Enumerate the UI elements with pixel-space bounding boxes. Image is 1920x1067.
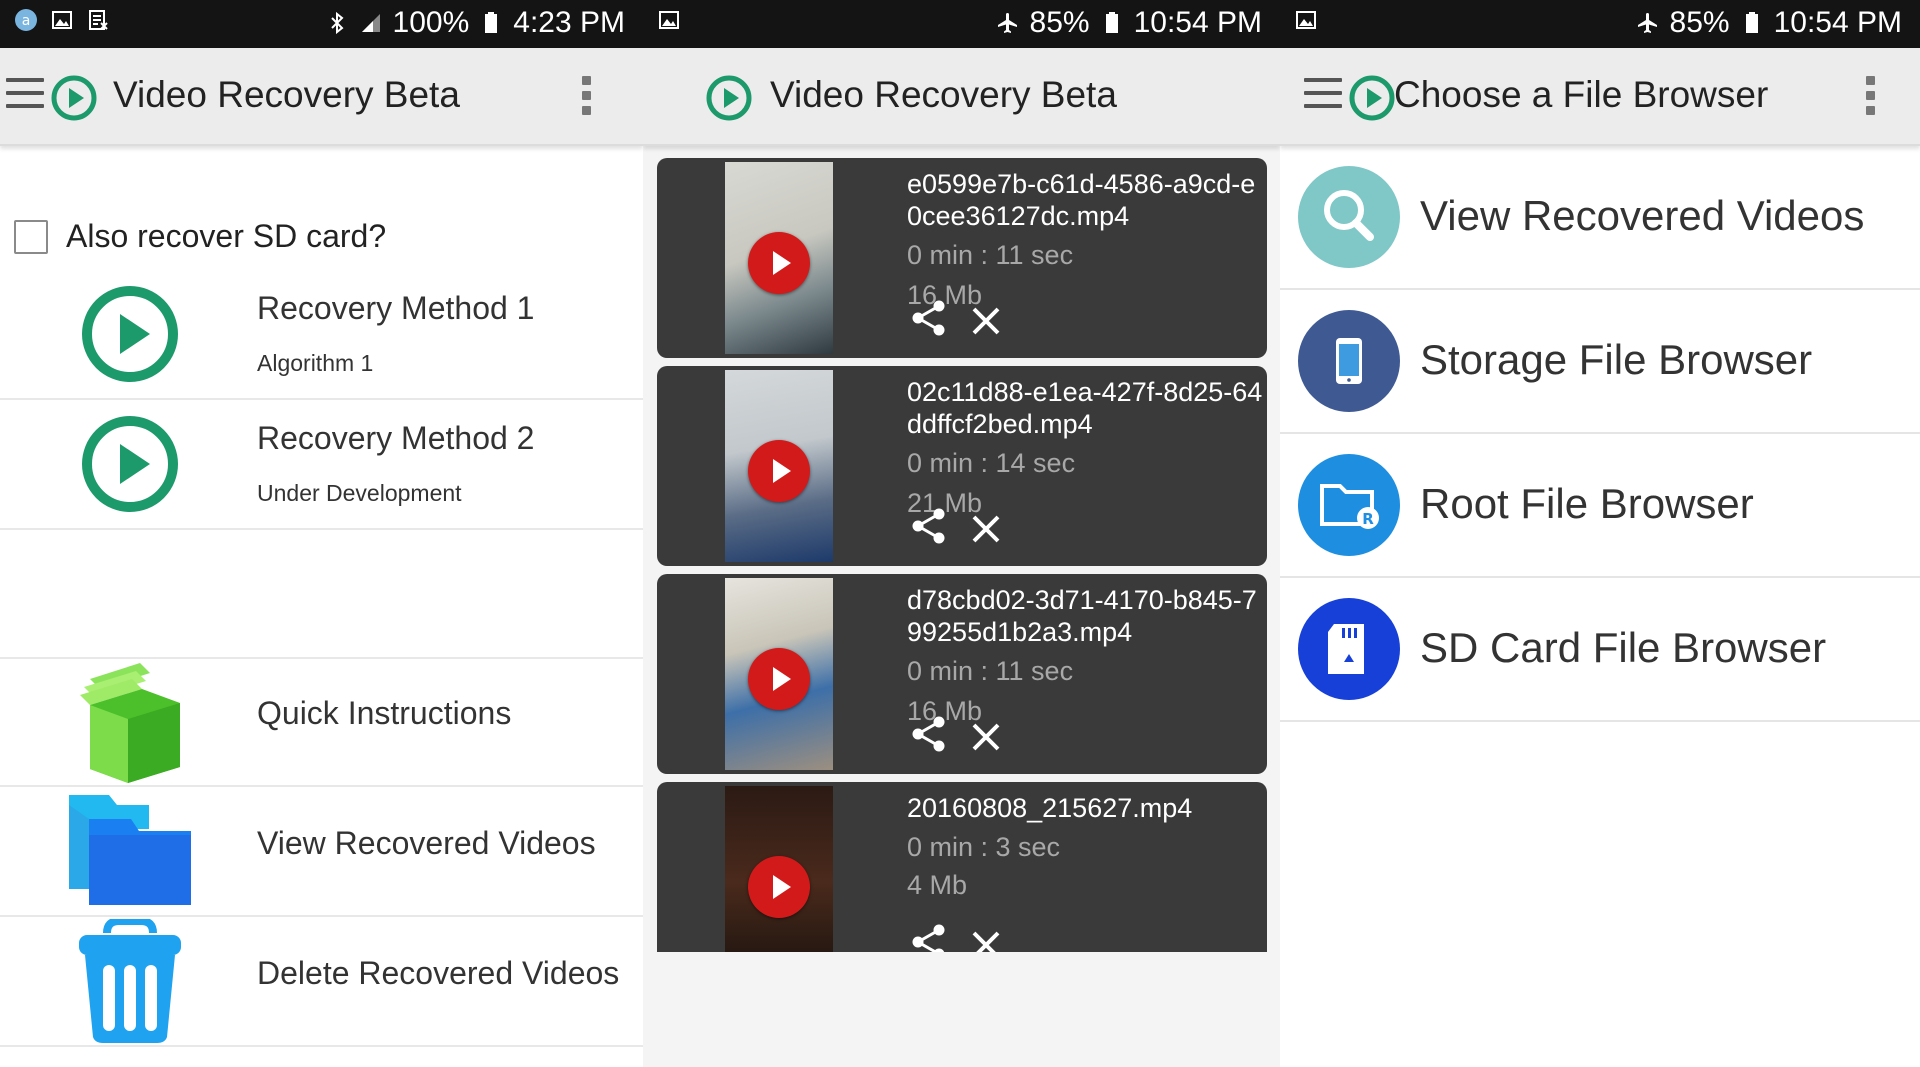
video-card[interactable]: e0599e7b-c61d-4586-a9cd-e0cee36127dc.mp4… bbox=[657, 158, 1267, 358]
menu-icon[interactable] bbox=[1304, 78, 1342, 114]
view-recovered-videos-option[interactable]: View Recovered Videos bbox=[1280, 146, 1920, 290]
video-filename: d78cbd02-3d71-4170-b845-799255d1b2a3.mp4 bbox=[907, 585, 1257, 647]
share-icon[interactable] bbox=[909, 298, 949, 338]
video-duration: 0 min : 11 sec bbox=[907, 240, 1074, 270]
play-button[interactable] bbox=[748, 232, 810, 294]
app-bar: Video Recovery Beta bbox=[0, 48, 643, 146]
root-folder-icon: R bbox=[1320, 484, 1379, 529]
share-icon[interactable] bbox=[909, 506, 949, 546]
video-filename: 20160808_215627.mp4 bbox=[907, 793, 1193, 823]
clock: 10:54 PM bbox=[1133, 6, 1262, 39]
app-title: Video Recovery Beta bbox=[770, 74, 1117, 115]
action-title: View Recovered Videos bbox=[257, 825, 596, 861]
battery-percent: 100% bbox=[392, 6, 470, 39]
sd-card-checkbox[interactable] bbox=[14, 219, 48, 254]
method-title: Recovery Method 2 bbox=[257, 420, 535, 456]
battery-percent: 85% bbox=[1029, 6, 1090, 39]
play-button[interactable] bbox=[748, 440, 810, 502]
clock: 4:23 PM bbox=[513, 6, 625, 39]
airplane-mode-icon bbox=[1637, 13, 1657, 33]
option-label: View Recovered Videos bbox=[1420, 192, 1865, 239]
play-circle-icon bbox=[82, 286, 178, 382]
sd-card-icon bbox=[1328, 624, 1364, 674]
status-bar: 85% 10:54 PM bbox=[643, 0, 1280, 48]
play-button[interactable] bbox=[748, 648, 810, 710]
quick-instructions-item[interactable]: Quick Instructions bbox=[0, 659, 643, 787]
video-size: 4 Mb bbox=[907, 870, 968, 900]
overflow-menu-icon[interactable] bbox=[580, 76, 592, 120]
battery-icon bbox=[485, 12, 498, 33]
document-notification-icon bbox=[89, 10, 108, 30]
image-notification-icon bbox=[52, 11, 72, 29]
root-file-browser-option[interactable]: R Root File Browser bbox=[1280, 434, 1920, 578]
video-duration: 0 min : 3 sec bbox=[907, 832, 1061, 862]
battery-percent: 85% bbox=[1669, 6, 1730, 39]
method-subtitle: Under Development bbox=[257, 480, 462, 506]
battery-icon bbox=[1105, 12, 1118, 33]
sd-card-file-browser-option[interactable]: SD Card File Browser bbox=[1280, 578, 1920, 722]
app-logo-icon bbox=[51, 75, 97, 121]
option-label: SD Card File Browser bbox=[1420, 624, 1827, 671]
file-browser-chooser-screen: 85% 10:54 PM Choose a File Browser View … bbox=[1280, 0, 1920, 1067]
method-title: Recovery Method 1 bbox=[257, 290, 535, 326]
close-icon[interactable] bbox=[969, 304, 1003, 338]
bluetooth-icon bbox=[330, 11, 344, 35]
recovery-method-2[interactable]: Recovery Method 2 Under Development bbox=[0, 402, 643, 530]
magnifier-icon bbox=[1324, 190, 1374, 241]
status-bar: 85% 10:54 PM bbox=[1280, 0, 1920, 48]
books-icon bbox=[80, 663, 180, 783]
play-button[interactable] bbox=[748, 856, 810, 918]
video-card[interactable]: 02c11d88-e1ea-427f-8d25-64ddffcf2bed.mp4… bbox=[657, 366, 1267, 566]
app-bar: Choose a File Browser bbox=[1280, 48, 1920, 146]
close-icon[interactable] bbox=[969, 512, 1003, 546]
app-logo-icon bbox=[1349, 75, 1395, 121]
overflow-menu-icon[interactable] bbox=[1864, 76, 1876, 120]
status-bar: a 100% 4:23 PM bbox=[0, 0, 643, 48]
video-card[interactable]: d78cbd02-3d71-4170-b845-799255d1b2a3.mp4… bbox=[657, 574, 1267, 774]
share-icon[interactable] bbox=[909, 714, 949, 754]
folder-icon bbox=[69, 795, 191, 905]
option-label: Root File Browser bbox=[1420, 480, 1754, 527]
video-duration: 0 min : 11 sec bbox=[907, 656, 1074, 686]
sd-card-label: Also recover SD card? bbox=[66, 218, 387, 254]
image-notification-icon bbox=[659, 11, 679, 29]
app-logo-icon bbox=[706, 75, 752, 121]
share-icon[interactable] bbox=[909, 922, 949, 952]
phone-icon bbox=[1336, 338, 1362, 384]
view-recovered-videos-item[interactable]: View Recovered Videos bbox=[0, 789, 643, 917]
delete-recovered-videos-item[interactable]: Delete Recovered Videos bbox=[0, 919, 643, 1047]
battery-icon bbox=[1745, 12, 1758, 33]
svg-text:R: R bbox=[1362, 510, 1374, 528]
action-title: Quick Instructions bbox=[257, 695, 512, 731]
signal-icon bbox=[361, 14, 380, 32]
play-circle-icon bbox=[82, 416, 178, 512]
video-filename: e0599e7b-c61d-4586-a9cd-e0cee36127dc.mp4 bbox=[907, 169, 1256, 231]
clock: 10:54 PM bbox=[1773, 6, 1902, 39]
airplane-mode-icon bbox=[997, 13, 1017, 33]
video-card[interactable]: 20160808_215627.mp4 0 min : 3 sec 4 Mb bbox=[657, 782, 1267, 952]
option-label: Storage File Browser bbox=[1420, 336, 1813, 383]
trash-icon bbox=[79, 919, 181, 1043]
storage-file-browser-option[interactable]: Storage File Browser bbox=[1280, 290, 1920, 434]
screen-title: Choose a File Browser bbox=[1394, 74, 1769, 115]
sd-card-option[interactable]: Also recover SD card? bbox=[14, 218, 386, 255]
app-bar: Video Recovery Beta bbox=[643, 48, 1280, 146]
video-duration: 0 min : 14 sec bbox=[907, 448, 1076, 478]
close-icon[interactable] bbox=[969, 720, 1003, 754]
app-notification-icon: a bbox=[15, 9, 37, 31]
menu-icon[interactable] bbox=[6, 78, 44, 114]
recovery-method-1[interactable]: Recovery Method 1 Algorithm 1 bbox=[0, 272, 643, 400]
method-subtitle: Algorithm 1 bbox=[257, 350, 374, 376]
recovery-home-screen: a 100% 4:23 PM Video Recovery Beta Also … bbox=[0, 0, 643, 1067]
recovered-videos-screen: 85% 10:54 PM Video Recovery Beta e0599e7… bbox=[643, 0, 1280, 1067]
video-filename: 02c11d88-e1ea-427f-8d25-64ddffcf2bed.mp4 bbox=[907, 377, 1263, 439]
action-title: Delete Recovered Videos bbox=[257, 955, 620, 991]
close-icon[interactable] bbox=[969, 928, 1003, 952]
svg-text:a: a bbox=[22, 13, 31, 29]
image-notification-icon bbox=[1296, 11, 1316, 29]
app-title: Video Recovery Beta bbox=[113, 74, 460, 115]
